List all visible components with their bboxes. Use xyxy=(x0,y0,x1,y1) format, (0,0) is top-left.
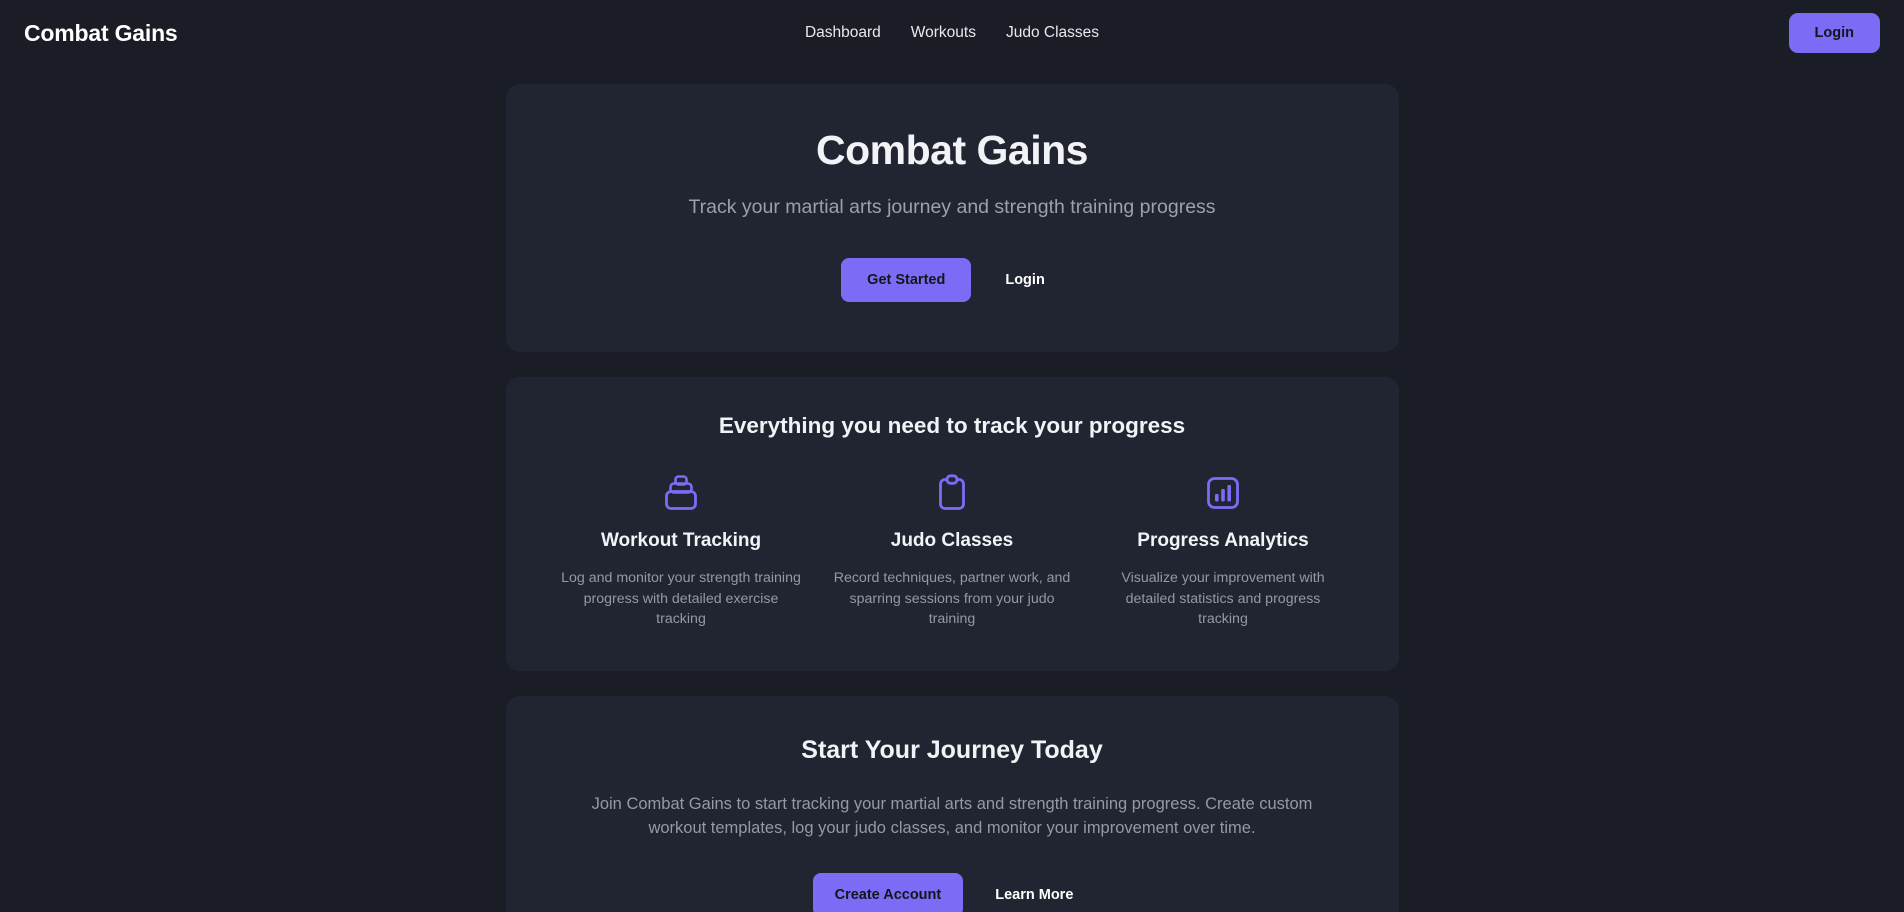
bar-chart-icon xyxy=(1100,473,1347,515)
hero-title: Combat Gains xyxy=(816,127,1088,173)
nav-link-dashboard[interactable]: Dashboard xyxy=(805,24,881,42)
nav-link-judo-classes[interactable]: Judo Classes xyxy=(1006,24,1099,42)
hero-subtitle: Track your martial arts journey and stre… xyxy=(688,196,1216,219)
weight-stack-icon xyxy=(558,473,805,515)
feature-workout-tracking: Workout Tracking Log and monitor your st… xyxy=(546,473,817,628)
feature-title: Workout Tracking xyxy=(600,530,762,552)
create-account-button[interactable]: Create Account xyxy=(812,872,964,912)
features-card: Everything you need to track your progre… xyxy=(505,377,1399,671)
feature-title: Judo Classes xyxy=(890,530,1014,552)
cta-description: Join Combat Gains to start tracking your… xyxy=(591,794,1313,837)
feature-judo-classes: Judo Classes Record techniques, partner … xyxy=(817,473,1088,628)
nav-link-workouts[interactable]: Workouts xyxy=(911,24,976,42)
feature-description: Visualize your improvement with detailed… xyxy=(1121,570,1325,627)
hero-card: Combat Gains Track your martial arts jou… xyxy=(505,84,1399,353)
nav-actions: Login xyxy=(1788,13,1880,53)
cta-card: Start Your Journey Today Join Combat Gai… xyxy=(505,695,1399,912)
hero-actions: Get Started Login xyxy=(546,258,1359,303)
feature-description: Record techniques, partner work, and spa… xyxy=(833,570,1071,627)
cta-actions: Create Account Learn More xyxy=(562,872,1343,912)
cta-heading: Start Your Journey Today xyxy=(801,735,1103,764)
feature-description: Log and monitor your strength training p… xyxy=(561,570,801,627)
top-navigation-bar: Combat Gains Dashboard Workouts Judo Cla… xyxy=(0,0,1904,66)
brand-logo[interactable]: Combat Gains xyxy=(24,20,178,47)
features-grid: Workout Tracking Log and monitor your st… xyxy=(546,473,1359,628)
learn-more-button[interactable]: Learn More xyxy=(977,873,1091,912)
feature-title: Progress Analytics xyxy=(1137,530,1309,552)
hero-login-button[interactable]: Login xyxy=(987,258,1062,302)
page-content: Combat Gains Track your martial arts jou… xyxy=(0,66,1904,912)
primary-nav: Dashboard Workouts Judo Classes xyxy=(805,24,1099,42)
feature-progress-analytics: Progress Analytics Visualize your improv… xyxy=(1088,473,1359,628)
features-heading: Everything you need to track your progre… xyxy=(718,413,1186,439)
clipboard-icon xyxy=(829,473,1076,515)
nav-login-button[interactable]: Login xyxy=(1788,13,1880,53)
get-started-button[interactable]: Get Started xyxy=(841,258,972,303)
